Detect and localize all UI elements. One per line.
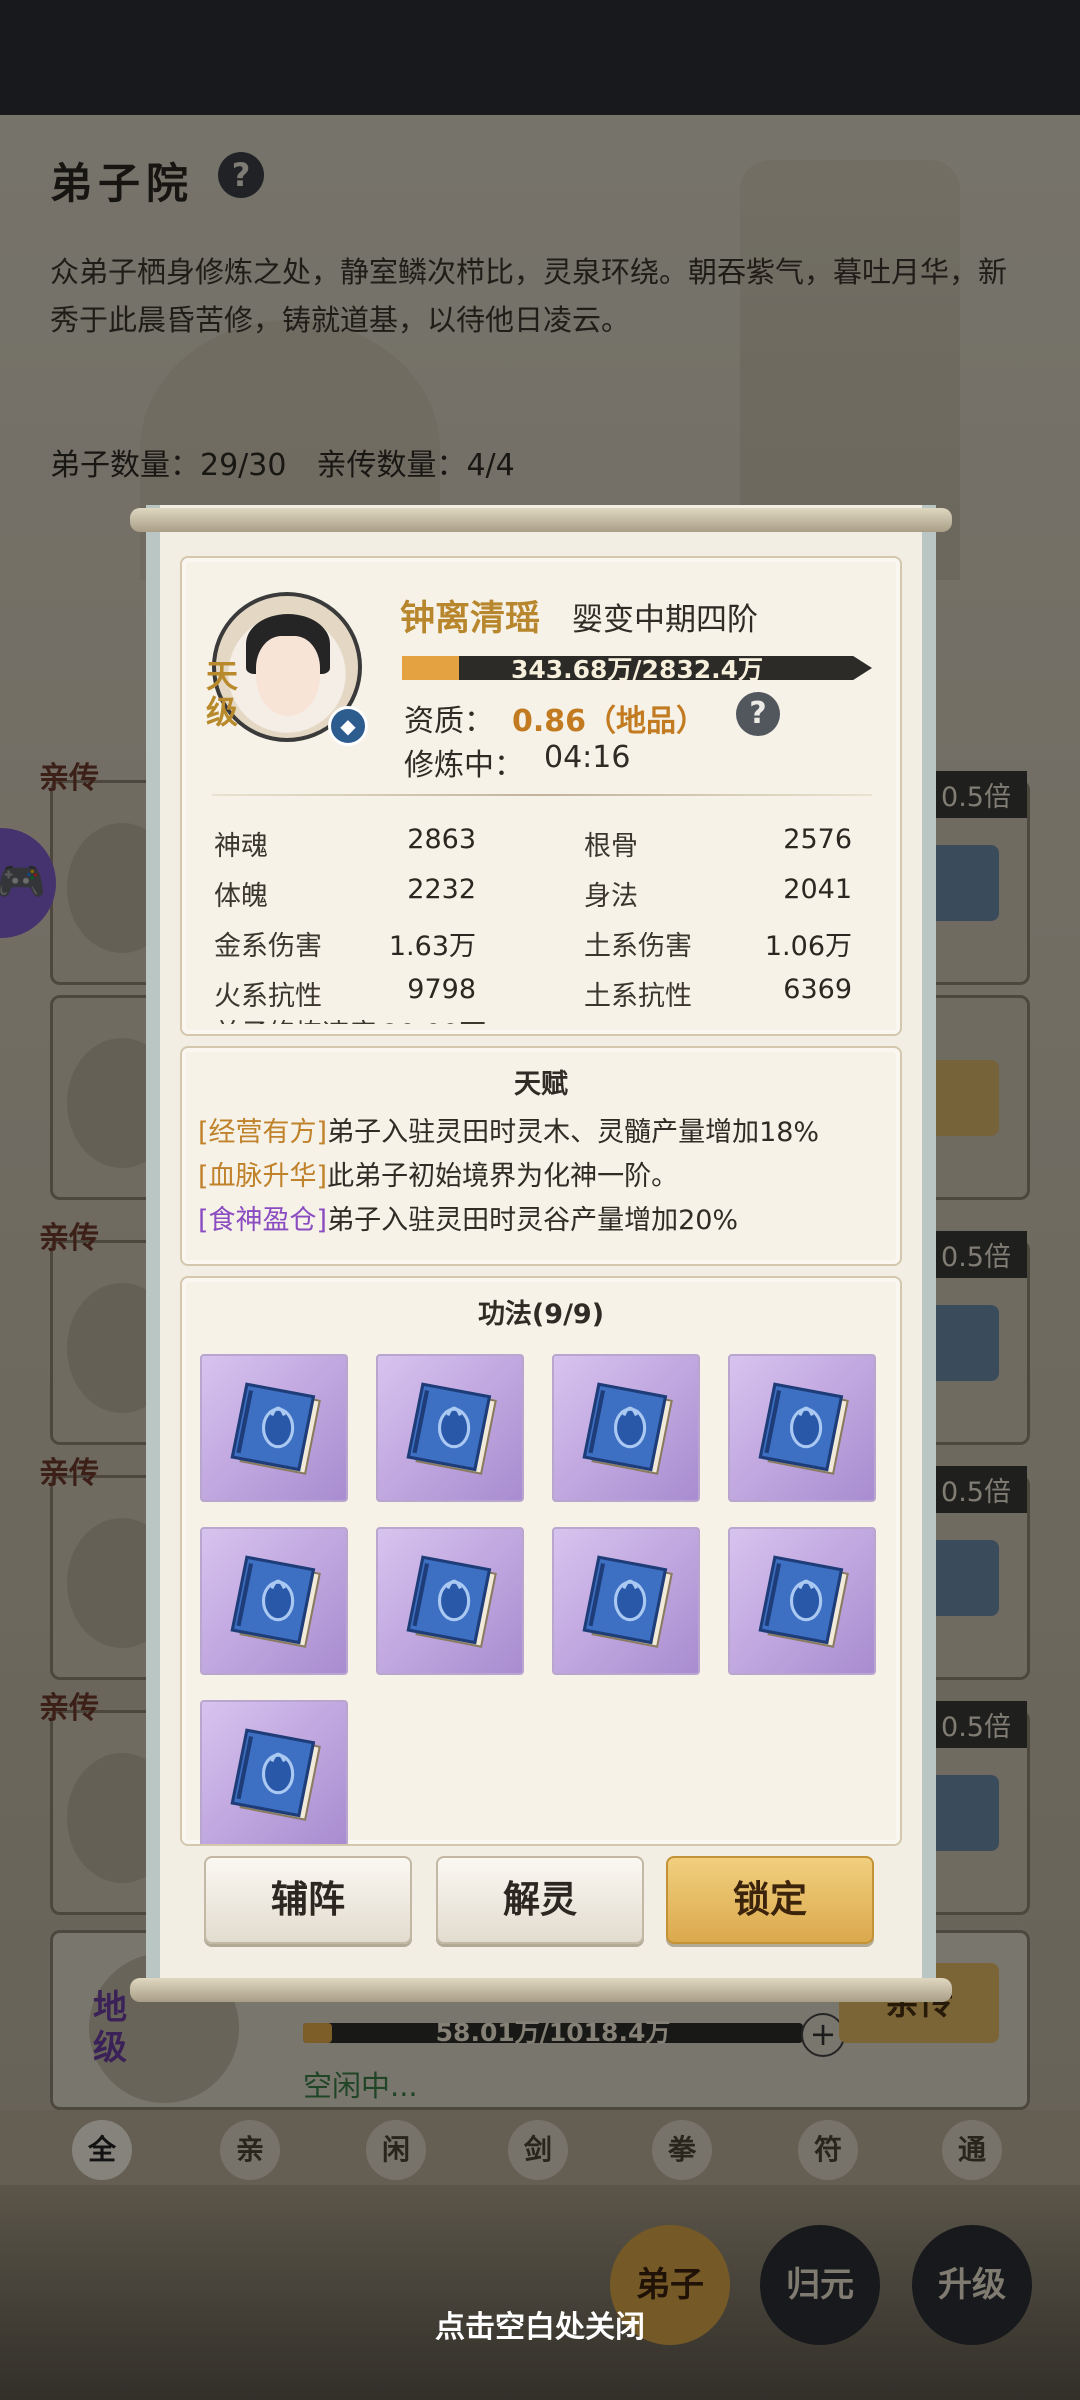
rank-tag: 天级 xyxy=(206,657,239,731)
talent-desc: 此弟子初始境界为化神一阶。 xyxy=(327,1161,679,1192)
talent-desc: 弟子入驻灵田时灵木、灵髓产量增加18% xyxy=(327,1117,820,1148)
skill-slot[interactable] xyxy=(200,1354,348,1502)
skill-slot[interactable] xyxy=(552,1527,700,1675)
status-time: 04:16 xyxy=(544,740,631,775)
stat-value: 2863 xyxy=(407,824,476,855)
stat-label: 身法 xyxy=(584,881,638,912)
stat-value: 6369 xyxy=(783,974,852,1005)
stat-label: 体魄 xyxy=(214,881,268,912)
stats-list[interactable]: 神魂 2863 根骨 2576 体魄 2232 身法 2041 金系伤害 1.6… xyxy=(212,804,882,1024)
talents-panel: 天赋 [经营有方]弟子入驻灵田时灵木、灵髓产量增加18% [血脉升华]此弟子初始… xyxy=(180,1046,902,1266)
formation-button[interactable]: 辅阵 xyxy=(204,1856,412,1944)
realm-text: 婴变中期四阶 xyxy=(572,602,758,638)
talent-item: [血脉升华]此弟子初始境界为化神一阶。 xyxy=(198,1154,678,1193)
stat-value: 29.99万 xyxy=(382,1012,486,1024)
stat-value: 1.63万 xyxy=(388,931,476,962)
talent-name: [经营有方] xyxy=(198,1117,328,1148)
book-icon xyxy=(582,1555,673,1648)
divider xyxy=(212,794,872,796)
skill-slot[interactable] xyxy=(376,1354,524,1502)
book-icon xyxy=(406,1382,497,1475)
stat-label: 神魂 xyxy=(214,831,268,862)
talent-name: [食神盈仓] xyxy=(198,1205,328,1236)
close-hint: 点击空白处关闭 xyxy=(435,2310,645,2345)
talent-item: [经营有方]弟子入驻灵田时灵木、灵髓产量增加18% xyxy=(198,1110,819,1149)
stat-label: 土系伤害 xyxy=(584,931,692,962)
disciple-name: 钟离清瑶 xyxy=(400,599,541,639)
book-icon xyxy=(230,1728,321,1821)
stat-label: 根骨 xyxy=(584,831,638,862)
stat-label: 土系抗性 xyxy=(584,981,692,1012)
water-element-icon: ◆ xyxy=(328,706,368,746)
stat-value: 2041 xyxy=(783,874,852,905)
book-icon xyxy=(406,1555,497,1648)
stat-label: 弟子修炼速度 xyxy=(214,1012,376,1024)
skills-title: 功法(9/9) xyxy=(477,1299,605,1330)
stat-label: 金系伤害 xyxy=(214,931,322,962)
book-icon xyxy=(582,1382,673,1475)
skill-slot[interactable] xyxy=(728,1527,876,1675)
talent-desc: 弟子入驻灵田时灵谷产量增加20% xyxy=(327,1205,739,1236)
talent-name: [血脉升华] xyxy=(198,1161,328,1192)
skill-slot[interactable] xyxy=(200,1527,348,1675)
skill-slot[interactable] xyxy=(552,1354,700,1502)
scroll-rod-top xyxy=(130,508,952,532)
book-icon xyxy=(230,1555,321,1648)
stat-value: 2232 xyxy=(407,874,476,905)
skill-slot[interactable] xyxy=(376,1527,524,1675)
stat-value: 9798 xyxy=(407,974,476,1005)
talents-title: 天赋 xyxy=(514,1069,568,1100)
help-icon[interactable]: ? xyxy=(736,692,780,736)
release-button[interactable]: 解灵 xyxy=(436,1856,644,1944)
aptitude-label: 资质： xyxy=(404,704,494,739)
lock-button[interactable]: 锁定 xyxy=(666,1856,874,1944)
book-icon xyxy=(758,1382,849,1475)
book-icon xyxy=(758,1555,849,1648)
stat-label: 火系抗性 xyxy=(214,981,322,1012)
stat-value: 1.06万 xyxy=(764,931,852,962)
profile-panel: 天级 ◆ 钟离清瑶 婴变中期四阶 343.68万/2832.4万 资质： 0.8… xyxy=(180,556,902,1036)
stat-value: 2576 xyxy=(783,824,852,855)
talent-item: [食神盈仓]弟子入驻灵田时灵谷产量增加20% xyxy=(198,1198,738,1237)
aptitude-value: 0.86（地品） xyxy=(512,704,707,739)
scroll-rod-bottom xyxy=(130,1978,952,2002)
progress-text: 343.68万/2832.4万 xyxy=(510,655,764,684)
skill-slot[interactable] xyxy=(200,1700,348,1844)
skills-panel[interactable]: 功法(9/9) xyxy=(180,1276,902,1846)
book-icon xyxy=(230,1382,321,1475)
status-label: 修炼中： xyxy=(404,748,524,783)
skill-slot[interactable] xyxy=(728,1354,876,1502)
